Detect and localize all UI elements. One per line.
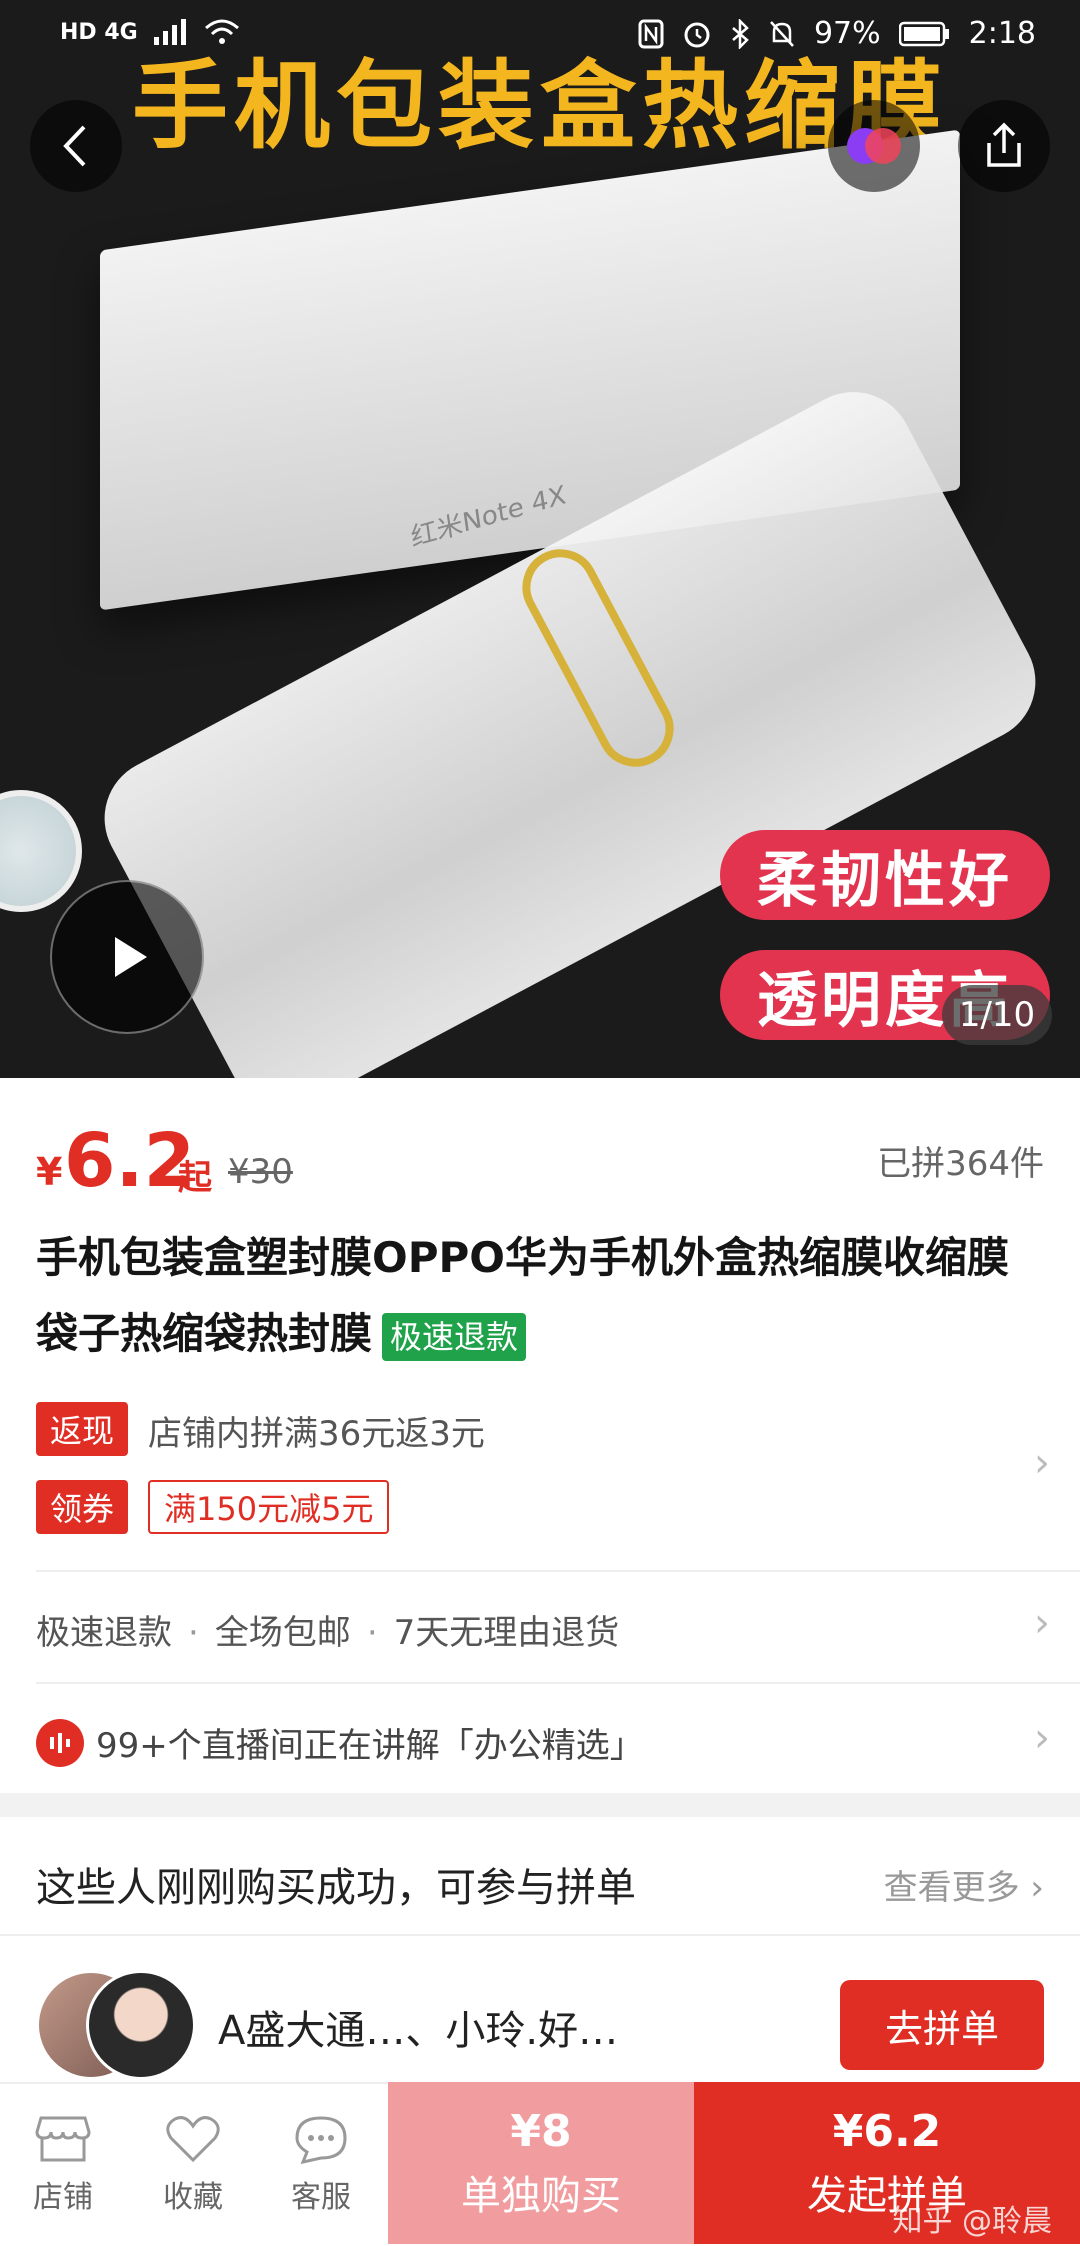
buyer-names: A盛大通…、小玲.好… [218,2008,619,2054]
battery-icon [898,21,949,46]
favorite-button[interactable]: 收藏 [130,2084,256,2246]
shop-label: 店铺 [33,2180,93,2215]
buy-single-button[interactable]: ¥8 单独购买 [388,2082,694,2244]
alarm-icon [684,22,710,47]
watermark: 知乎 @聆晨 [892,2204,1052,2239]
live-chevron-icon[interactable]: › [1034,1715,1050,1761]
cashback-text: 店铺内拼满36元返3元 [148,1414,485,1454]
image-counter: 1/10 [942,985,1052,1045]
divider [0,1934,1080,1936]
group-buy-title: 这些人刚刚购买成功，可参与拼单 [36,1865,636,1911]
chevron-left-icon [63,125,86,167]
play-video-button[interactable] [50,880,204,1034]
status-network: HD 4G [60,19,138,45]
live-row[interactable]: 99+个直播间正在讲解「办公精选」 [36,1718,644,1767]
shop-icon [35,2116,91,2162]
join-group-button[interactable]: 去拼单 [840,1980,1044,2070]
promo-chevron-icon[interactable]: › [1034,1440,1050,1486]
single-price: ¥8 [510,2105,572,2157]
signal-icon [153,19,186,45]
coupon-tag: 领券 [36,1480,129,1534]
mute-icon [770,20,794,47]
see-more-label: 查看更多 [883,1868,1020,1908]
divider [36,1682,1080,1684]
back-button[interactable] [30,100,122,192]
share-button[interactable] [958,100,1050,192]
divider [36,1570,1080,1572]
cashback-tag: 返现 [36,1402,129,1456]
service-row[interactable]: 极速退款 · 全场包邮 · 7天无理由退货 [36,1605,619,1654]
section-separator [0,1793,1080,1817]
clock: 2:18 [968,16,1036,51]
customer-service-label: 客服 [291,2180,351,2215]
fast-refund-badge: 极速退款 [382,1312,527,1361]
customer-service-button[interactable]: 客服 [258,2084,384,2246]
shop-button[interactable]: 店铺 [0,2084,126,2246]
avatar [86,1970,196,2080]
play-icon [115,937,147,977]
heart-icon [166,2116,220,2163]
coupon-chip[interactable]: 满150元减5元 [148,1480,390,1534]
sold-count: 已拼364件 [877,1144,1044,1184]
overlap-circles-icon [847,128,901,164]
status-bar: HD 4G 97% 2:18 [0,0,1080,72]
feature-pill-flexible: 柔韧性好 [720,830,1050,920]
live-icon [36,1718,84,1767]
floating-widget[interactable] [0,790,82,912]
price-suffix: 起 [178,1158,212,1198]
wifi-icon [204,19,239,44]
product-title: 手机包装盒塑封膜OPPO华为手机外盒热缩膜收缩膜袋子热缩袋热封膜 极速退款 [36,1220,1036,1372]
service-7day-return: 7天无理由退货 [393,1613,620,1653]
group-buy-price: ¥6.2 [832,2105,942,2157]
service-fast-refund: 极速退款 [36,1613,172,1653]
favorite-label: 收藏 [163,2180,223,2215]
box-label: 红米Note 4X [409,480,568,554]
live-text: 99+个直播间正在讲解「办公精选」 [96,1726,644,1766]
chat-bubble-icon [295,2116,347,2164]
group-price: 6.2 [64,1118,196,1204]
shared-avatar-button[interactable] [828,100,920,192]
product-image-carousel[interactable]: 手机包装盒热缩膜 红米Note 4X 柔韧性好 透明度高 1/10 [0,0,1080,1078]
bluetooth-icon [732,18,749,49]
battery-percent: 97% [813,16,881,51]
single-label: 单独购买 [461,2172,621,2219]
nfc-icon [638,19,664,48]
buyer-avatars [36,1970,206,2080]
service-chevron-icon[interactable]: › [1034,1600,1050,1646]
service-free-shipping: 全场包邮 [214,1613,351,1653]
see-more-link[interactable]: 查看更多 › [884,1860,1044,1909]
price-currency: ¥ [36,1150,63,1194]
original-price: ¥30 [228,1152,293,1192]
share-icon [987,122,1021,167]
